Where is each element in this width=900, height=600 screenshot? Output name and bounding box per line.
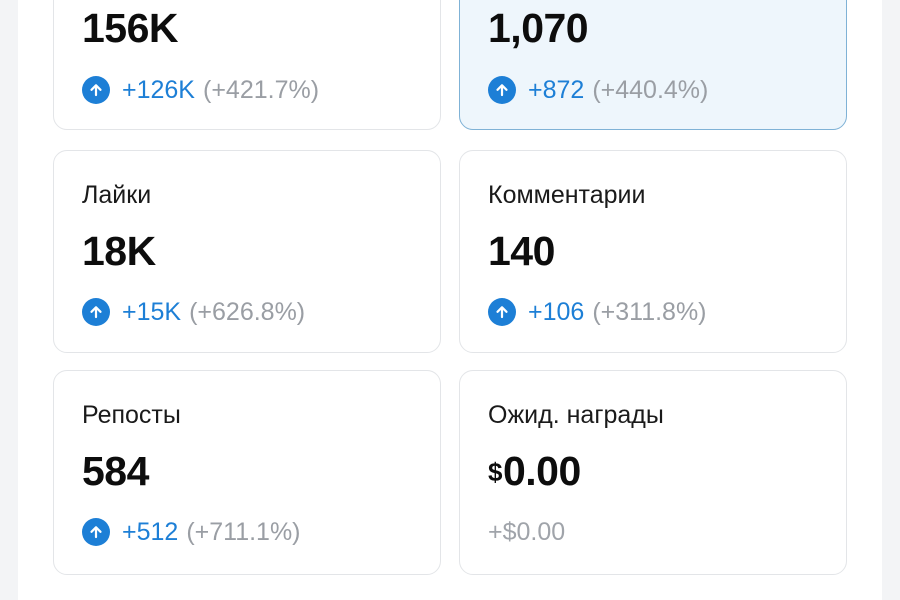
stat-card-likes[interactable]: Лайки 18K +15K (+626.8%) <box>53 150 441 353</box>
stat-delta-percent: (+711.1%) <box>186 517 301 546</box>
stat-card-selected[interactable]: 1,070 +872 (+440.4%) <box>459 0 847 130</box>
arrow-up-circle-icon <box>82 298 110 326</box>
stat-value: 140 <box>488 228 555 274</box>
arrow-up-circle-icon <box>488 298 516 326</box>
stat-delta: +872 (+440.4%) <box>488 75 708 105</box>
stat-amount: 0.00 <box>502 448 581 494</box>
stat-value: 18K <box>82 228 156 274</box>
stat-value: $0.00 <box>488 448 581 495</box>
stat-delta-absolute: +512 <box>122 517 179 546</box>
stat-delta-percent: (+626.8%) <box>189 297 306 326</box>
stat-label: Ожид. награды <box>488 401 664 429</box>
stat-label: Комментарии <box>488 181 646 209</box>
stat-value: 1,070 <box>488 5 589 51</box>
stat-value: 584 <box>82 448 149 494</box>
stat-value: 156K <box>82 5 179 51</box>
arrow-up-circle-icon <box>488 76 516 104</box>
stat-card-reposts[interactable]: Репосты 584 +512 (+711.1%) <box>53 370 441 575</box>
stat-delta: +$0.00 <box>488 517 565 547</box>
stat-delta: +106 (+311.8%) <box>488 297 707 327</box>
stat-delta-percent: (+440.4%) <box>592 75 709 104</box>
stat-delta-absolute: +15K <box>122 297 182 326</box>
stat-card-views[interactable]: 156K +126K (+421.7%) <box>53 0 441 130</box>
stat-delta-absolute: +126K <box>122 75 195 104</box>
stat-delta: +512 (+711.1%) <box>82 517 301 547</box>
stat-delta-percent: (+311.8%) <box>592 297 707 326</box>
arrow-up-circle-icon <box>82 76 110 104</box>
stat-delta-absolute: +106 <box>528 297 585 326</box>
stat-delta: +15K (+626.8%) <box>82 297 305 327</box>
currency-symbol: $ <box>488 457 502 487</box>
stat-label: Репосты <box>82 401 181 429</box>
stat-label: Лайки <box>82 181 152 209</box>
stat-delta-percent: (+421.7%) <box>203 75 320 104</box>
stat-delta-absolute: +872 <box>528 75 585 104</box>
stat-delta: +126K (+421.7%) <box>82 75 319 105</box>
arrow-up-circle-icon <box>82 518 110 546</box>
stat-card-expected-rewards[interactable]: Ожид. награды $0.00 +$0.00 <box>459 370 847 575</box>
stat-delta-text: +$0.00 <box>488 517 566 546</box>
stat-card-comments[interactable]: Комментарии 140 +106 (+311.8%) <box>459 150 847 353</box>
